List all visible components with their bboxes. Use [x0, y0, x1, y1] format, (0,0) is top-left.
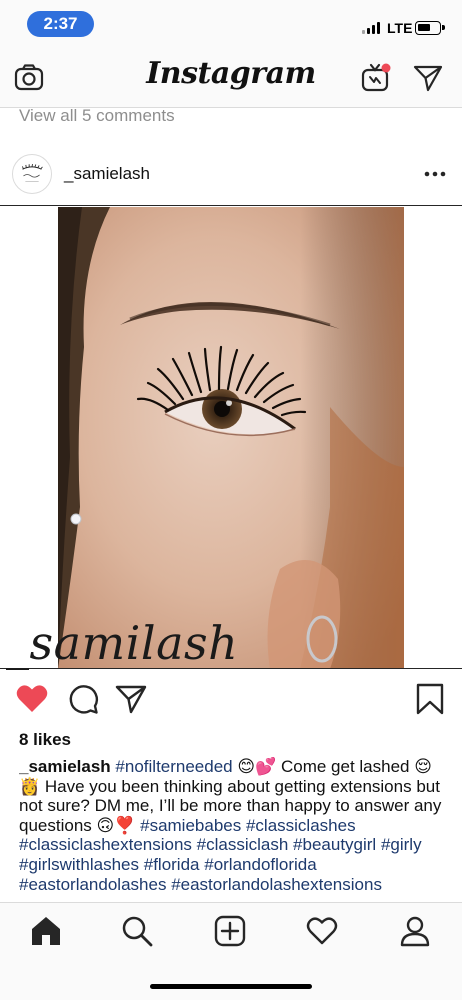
app-title-logo: Instagram: [146, 56, 316, 91]
hashtag-link[interactable]: #classiclashextensions: [19, 835, 192, 854]
caption-text: #nofilterneeded 😊💕 Come get lashed 😌👸 Ha…: [19, 757, 441, 894]
comment-icon[interactable]: [66, 682, 100, 716]
post-caption: _samielash #nofilterneeded 😊💕 Come get l…: [19, 757, 449, 901]
new-post-icon[interactable]: [214, 915, 246, 947]
home-icon[interactable]: [30, 915, 62, 947]
hashtag-link[interactable]: #florida: [144, 855, 200, 874]
hashtag-link[interactable]: #orlandoflorida: [204, 855, 316, 874]
lash-logo-avatar[interactable]: [12, 154, 52, 194]
hashtag-link[interactable]: #nofilterneeded: [115, 757, 232, 776]
hashtag-link[interactable]: #samiebabes: [140, 816, 241, 835]
more-options-icon[interactable]: [424, 170, 446, 178]
like-heart-icon[interactable]: [15, 682, 49, 716]
igtv-icon[interactable]: [360, 62, 392, 94]
search-icon[interactable]: [121, 915, 153, 947]
status-time: 2:37: [27, 11, 94, 37]
cellular-signal-icon: [362, 22, 382, 34]
home-indicator: [150, 984, 312, 989]
app-header: Instagram: [0, 48, 462, 108]
hashtag-link[interactable]: #classiclash: [197, 835, 289, 854]
eyelash-closeup-image: [58, 207, 404, 668]
likes-count[interactable]: 8 likes: [19, 730, 71, 750]
profile-icon[interactable]: [399, 915, 431, 947]
save-bookmark-icon[interactable]: [413, 682, 447, 716]
hashtag-link[interactable]: #girly: [381, 835, 422, 854]
caption-username[interactable]: _samielash: [19, 757, 111, 776]
hashtag-link[interactable]: #classiclashes: [246, 816, 356, 835]
view-all-comments-link[interactable]: View all 5 comments: [19, 106, 175, 126]
post-photo[interactable]: [0, 207, 462, 669]
post-actions: [0, 680, 462, 720]
post-username[interactable]: _samielash: [64, 164, 150, 184]
hashtag-link[interactable]: #eastorlandolashes: [19, 875, 166, 894]
status-bar: 2:37 LTE: [0, 0, 462, 48]
direct-message-icon[interactable]: [412, 62, 444, 94]
network-label: LTE: [387, 20, 413, 36]
photo-watermark: _samilash: [6, 616, 239, 670]
battery-icon: [415, 21, 445, 35]
hashtag-link[interactable]: #girlswithlashes: [19, 855, 139, 874]
activity-heart-icon[interactable]: [306, 915, 338, 947]
hashtag-link[interactable]: #beautygirl: [293, 835, 376, 854]
post-header: _samielash: [0, 148, 462, 206]
hashtag-link[interactable]: #eastorlandolashextensions: [171, 875, 382, 894]
share-icon[interactable]: [114, 682, 148, 716]
